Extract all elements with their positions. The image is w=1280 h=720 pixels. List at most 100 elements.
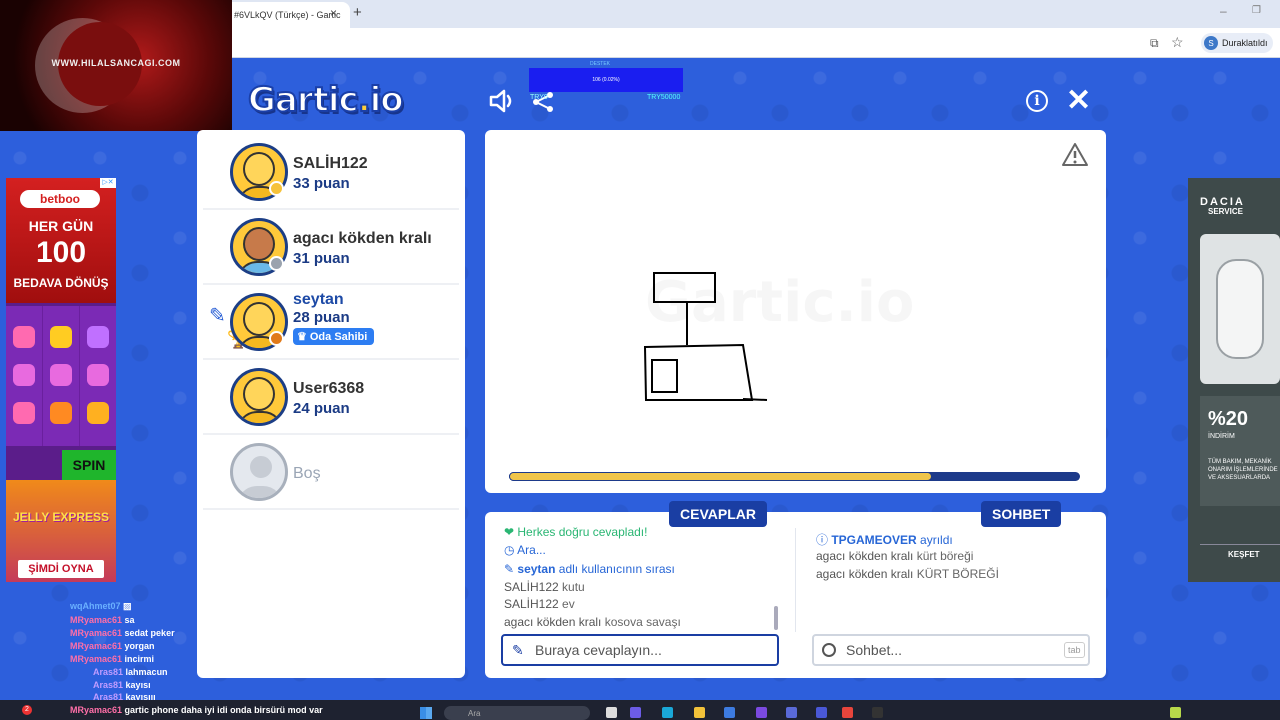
player-score: 31 puan <box>293 250 350 267</box>
status-dot <box>269 331 284 346</box>
store-icon[interactable] <box>724 707 735 718</box>
avatar <box>230 368 288 426</box>
empty-slot-label: Boş <box>293 465 321 482</box>
warning-icon[interactable] <box>1061 142 1089 168</box>
taskbar-search[interactable]: Ara <box>444 706 590 720</box>
maximize-button[interactable]: ❐ <box>1252 5 1261 16</box>
system-message: ⓘ TPGAMEOVER ayrıldı <box>816 533 953 547</box>
info-icon: ⓘ <box>816 533 832 547</box>
stream-chat-line: MRyamac61 incirmi <box>70 654 155 664</box>
tab-key-hint: tab <box>1064 642 1085 658</box>
room-owner-badge: ♛ Oda Sahibi <box>293 328 375 345</box>
left-advertisement[interactable]: betboo HER GÜN 100 BEDAVA DÖNÜŞ SPIN JEL… <box>6 178 116 582</box>
tray-icon[interactable] <box>1170 707 1181 718</box>
windows-start-icon[interactable] <box>420 707 432 719</box>
gartic-logo[interactable]: Gartic.io <box>247 79 405 121</box>
crown-icon: ♛ <box>297 331 307 343</box>
bookmark-star-icon[interactable]: ☆ <box>1171 34 1184 51</box>
edge-icon[interactable] <box>662 707 673 718</box>
tab-chat[interactable]: SOHBET <box>981 501 1062 527</box>
heart-icon: ❤ <box>504 525 518 539</box>
status-dot <box>269 181 284 196</box>
player-drawing <box>643 272 768 401</box>
player-card[interactable]: ✎ 🏆 seytan 28 puan ♛Oda Sahibi <box>203 285 459 360</box>
tab-close-icon[interactable]: × <box>330 6 337 20</box>
pencil-icon: ✎ <box>512 642 524 658</box>
app-icon[interactable] <box>630 707 641 718</box>
screen-cast-icon[interactable]: ⧉ <box>1150 36 1159 51</box>
chat-message: agacı kökden kralı KÜRT BÖREĞİ <box>816 567 999 581</box>
car-image <box>1200 234 1280 384</box>
stream-chat-line: MRyamac61 sa <box>70 615 135 625</box>
app-icon[interactable] <box>756 707 767 718</box>
pencil-icon: ✎ <box>504 562 518 576</box>
answer-message: SALİH122 ev <box>504 597 575 611</box>
answers-scrollbar[interactable] <box>774 606 778 630</box>
overlay-site-text: WWW.HILALSANCAGI.COM <box>51 58 181 68</box>
profile-button[interactable]: S Duraklatıldı <box>1201 33 1273 53</box>
right-advertisement[interactable]: DACIA SERVICE %20 İNDİRİM TÜM BAKIM, MEK… <box>1188 178 1280 582</box>
donation-min: TRY0 <box>530 94 548 101</box>
clock-icon: ◷ <box>504 543 518 557</box>
profile-avatar: S <box>1204 36 1218 50</box>
system-message: ◷ Ara... <box>504 543 546 557</box>
app-icon[interactable] <box>786 707 797 718</box>
speaker-icon[interactable] <box>488 88 516 114</box>
round-timer-bar <box>509 472 1080 481</box>
donation-goal: TRY50000 <box>647 94 681 101</box>
system-message: ❤ Herkes doğru cevapladı! <box>504 525 648 539</box>
profile-status: Duraklatıldı <box>1222 38 1268 48</box>
chat-bubble-icon <box>822 643 836 657</box>
stream-chat-line: MRyamac61 gartic phone daha iyi idi onda… <box>70 705 323 715</box>
pencil-icon: ✎ <box>209 305 226 327</box>
player-card[interactable]: agacı kökden kralı 31 puan <box>203 210 459 285</box>
empty-slot: Boş <box>203 435 459 510</box>
stream-chat-line: wqAhmet07 ▨ <box>70 601 132 611</box>
ad-choices-icon[interactable]: ▷✕ <box>100 178 116 188</box>
ad-discover-button[interactable]: KEŞFET <box>1200 544 1280 564</box>
player-card[interactable]: User6368 24 puan <box>203 360 459 435</box>
donation-label: DESTEK <box>590 61 611 67</box>
players-panel: SALİH122 33 puan agacı kökden kralı 31 p… <box>197 130 465 678</box>
player-card[interactable]: SALİH122 33 puan <box>203 135 459 210</box>
taskview-icon[interactable] <box>606 707 617 718</box>
chat-message: agacı kökden kralı kürt böreği <box>816 549 974 563</box>
emote-icon: ▨ <box>123 601 132 611</box>
stream-chat-line: MRyamac61 sedat peker <box>70 628 175 638</box>
folder-icon[interactable] <box>694 707 705 718</box>
slot-machine-graphic <box>6 306 116 446</box>
tab-title: #6VLkQV (Türkçe) - Gartic <box>234 10 341 20</box>
answer-input[interactable]: ✎ Buraya cevaplayın... <box>501 634 779 666</box>
player-name: agacı kökden kralı <box>293 230 432 247</box>
chat-input[interactable]: Sohbet... tab <box>812 634 1090 666</box>
info-icon[interactable]: i <box>1026 90 1048 112</box>
player-name: User6368 <box>293 380 365 397</box>
donation-progress-bar: 106 (0.02%) <box>529 68 683 92</box>
answer-message: agacı kökden kralı kosova savaşı <box>504 615 681 629</box>
notification-badge[interactable]: 2 <box>22 705 32 715</box>
donation-progress-text: 106 (0.02%) <box>592 77 620 83</box>
empty-avatar-icon <box>230 443 288 501</box>
chrome-icon[interactable] <box>842 707 853 718</box>
player-score: 28 puan <box>293 309 350 326</box>
answer-message: SALİH122 kutu <box>504 580 585 594</box>
drawing-canvas[interactable]: Gartic.io <box>485 130 1106 493</box>
tab-answers[interactable]: CEVAPLAR <box>669 501 767 527</box>
stream-chat-line: MRyamac61 yorgan <box>70 641 155 651</box>
player-score: 33 puan <box>293 175 350 192</box>
close-icon[interactable]: ✕ <box>1066 86 1092 116</box>
timer-fill <box>509 472 932 481</box>
status-dot <box>269 256 284 271</box>
player-name: seytan <box>293 291 344 308</box>
mouse-cursor <box>458 582 464 592</box>
new-tab-button[interactable]: + <box>353 4 362 21</box>
minimize-button[interactable]: – <box>1220 4 1227 18</box>
ad-cta-button[interactable]: ŞİMDİ OYNA <box>18 560 104 578</box>
spin-button[interactable]: SPIN <box>62 450 116 480</box>
discord-icon[interactable] <box>816 707 827 718</box>
stream-chat-line: Aras81 kayısı <box>93 680 151 690</box>
app-icon[interactable] <box>872 707 883 718</box>
stream-overlay-logo: WWW.HILALSANCAGI.COM <box>0 0 232 131</box>
player-score: 24 puan <box>293 400 350 417</box>
player-name: SALİH122 <box>293 155 368 172</box>
